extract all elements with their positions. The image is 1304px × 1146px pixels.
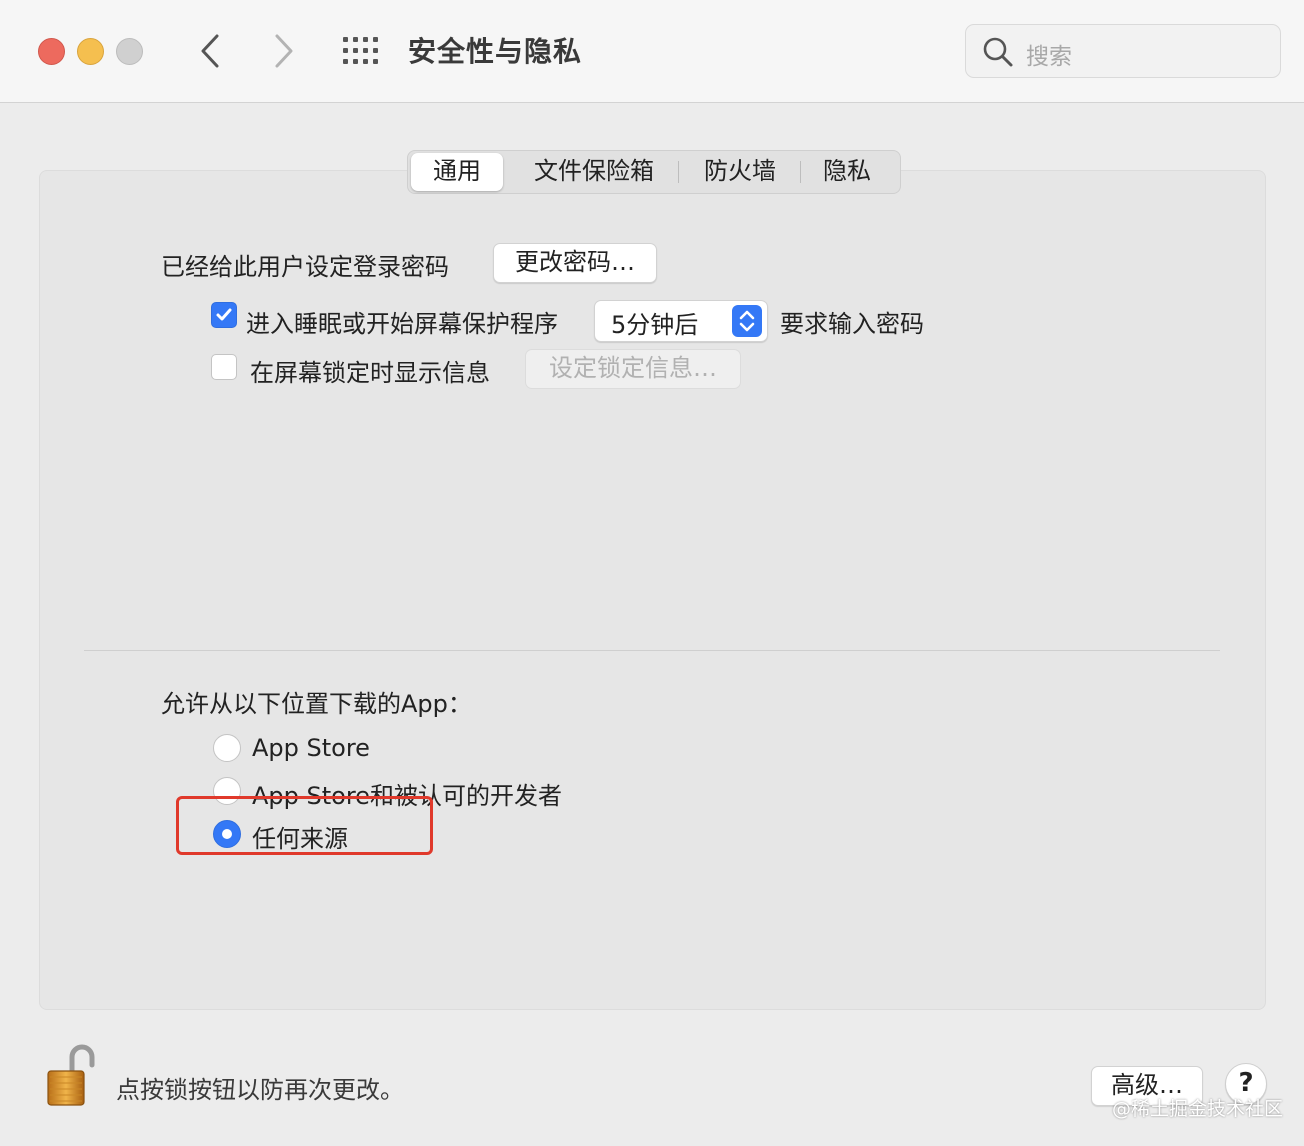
require-password-checkbox[interactable] xyxy=(211,302,237,328)
radio-app-store[interactable] xyxy=(213,734,241,762)
show-message-checkbox[interactable] xyxy=(211,354,237,380)
close-window-button[interactable] xyxy=(38,38,65,65)
watermark-text: @稀土掘金技术社区 xyxy=(1112,1098,1284,1120)
search-placeholder: 搜索 xyxy=(1026,44,1072,70)
allow-downloads-heading: 允许从以下位置下载的App： xyxy=(161,690,472,718)
show-message-label: 在屏幕锁定时显示信息 xyxy=(250,359,490,387)
password-delay-value: 5分钟后 xyxy=(611,311,699,339)
tab-bar: 通用 文件保险箱 防火墙 隐私 xyxy=(407,150,901,194)
back-icon[interactable] xyxy=(196,32,226,70)
require-password-suffix: 要求输入密码 xyxy=(780,310,924,338)
annotation-highlight-box xyxy=(176,796,433,855)
lock-hint-text: 点按锁按钮以防再次更改。 xyxy=(116,1076,404,1104)
change-password-button[interactable]: 更改密码… xyxy=(493,243,657,283)
tab-separator xyxy=(800,161,801,183)
section-divider xyxy=(84,650,1220,651)
zoom-window-button[interactable] xyxy=(116,38,143,65)
tab-general[interactable]: 通用 xyxy=(411,153,503,191)
show-all-grid-icon[interactable] xyxy=(343,37,379,65)
require-password-label: 进入睡眠或开始屏幕保护程序 xyxy=(246,310,558,338)
search-icon xyxy=(983,37,1013,67)
up-down-arrows-icon xyxy=(732,305,762,337)
minimize-window-button[interactable] xyxy=(77,38,104,65)
tab-firewall[interactable]: 防火墙 xyxy=(684,151,796,193)
search-field[interactable]: 搜索 xyxy=(965,24,1281,78)
radio-app-store-label: App Store xyxy=(252,734,370,762)
checkmark-icon xyxy=(216,308,232,321)
set-lock-message-button[interactable]: 设定锁定信息… xyxy=(525,349,741,389)
tab-filevault[interactable]: 文件保险箱 xyxy=(512,151,676,193)
forward-icon[interactable] xyxy=(268,32,298,70)
general-panel xyxy=(39,170,1266,1010)
tab-privacy[interactable]: 隐私 xyxy=(806,151,888,193)
tab-separator xyxy=(678,161,679,183)
password-delay-select[interactable]: 5分钟后 xyxy=(594,300,768,342)
unlocked-padlock-icon[interactable] xyxy=(44,1043,98,1109)
password-set-label: 已经给此用户设定登录密码 xyxy=(161,253,449,281)
window-title: 安全性与隐私 xyxy=(408,35,583,68)
title-bar: 安全性与隐私 搜索 xyxy=(0,0,1304,103)
